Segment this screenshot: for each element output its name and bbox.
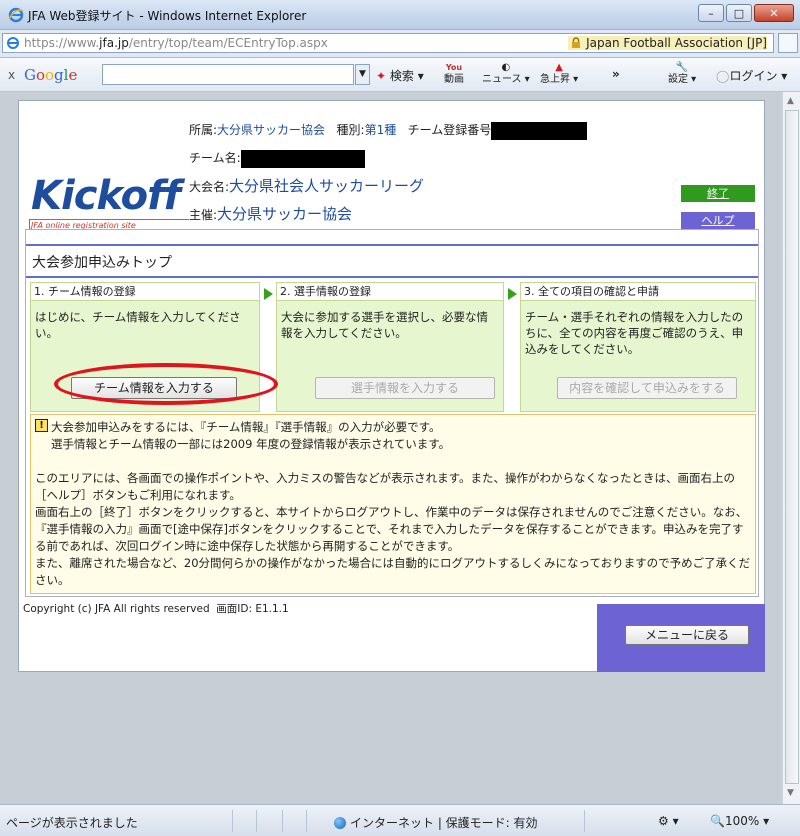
header-team-line: チーム名: [189, 149, 365, 168]
title-rule [26, 244, 758, 246]
step-description: 大会に参加する選手を選択し、必要な情報を入力してください。 [281, 310, 488, 340]
title-underline [26, 276, 758, 278]
notice-line-2: 選手情報とチーム情報の一部には2009 年度の登録情報が表示されています。 [51, 437, 451, 451]
notice-line-1: 大会参加申込みをするには、『チーム情報』『選手情報』の入力が必要です。 [51, 420, 441, 434]
more-button[interactable]: » [612, 67, 620, 81]
url-field[interactable]: https://www.jfa.jp/entry/top/team/ECEntr… [2, 33, 774, 53]
video-button[interactable]: You 動画 [444, 62, 464, 86]
close-button[interactable]: ✕ [754, 4, 794, 22]
header-affiliation-line: 所属:大分県サッカー協会 種別:第1種 チーム登録番号 [189, 121, 588, 140]
step-player-info: 2. 選手情報の登録 大会に参加する選手を選択し、必要な情報を入力してください。… [276, 282, 504, 412]
redacted-team-name [240, 149, 365, 168]
status-separator [256, 810, 257, 832]
status-bar: ページが表示されました インターネット | 保護モード: 有効 ⚙ ▾ 🔍100… [0, 804, 800, 836]
zoom-control[interactable]: 🔍100% ▾ [710, 814, 769, 828]
screen-id: 画面ID: E1.1.1 [216, 603, 289, 615]
scroll-up-icon[interactable]: ▲ [787, 96, 794, 106]
window-titlebar: JFA Web登録サイト - Windows Internet Explorer… [0, 0, 800, 30]
step-confirm-submit: 3. 全ての項目の確認と申請 チーム・選手それぞれの情報を入力したのちに、全ての… [520, 282, 756, 412]
wrench-icon: 🔧 [675, 62, 689, 73]
login-button[interactable]: ◯ログイン ▾ [716, 67, 787, 84]
copyright: Copyright (c) JFA All rights reserved 画面… [23, 603, 289, 615]
security-certificate[interactable]: Japan Football Association [JP] [568, 36, 767, 50]
security-zone[interactable]: インターネット | 保護モード: 有効 [334, 814, 538, 831]
step-arrow-icon [264, 288, 273, 300]
warning-icon: ! [35, 419, 48, 432]
chevron-down-icon[interactable]: ▼ [355, 64, 370, 85]
news-icon: ◐ [501, 62, 511, 73]
step-heading: 1. チーム情報の登録 [31, 283, 259, 301]
radio-icon: ◯ [716, 69, 730, 83]
ie-icon [8, 7, 24, 23]
main-panel: 大会参加申込みトップ 1. チーム情報の登録 はじめに、チーム情報を入力してくだ… [25, 229, 759, 597]
highlight-circle [54, 363, 278, 405]
status-text: ページが表示されました [6, 816, 138, 830]
google-toolbar: x Google ▼ ✦ 検索 ▾ You 動画 ◐ ニュース ▾ ▲ 急上昇 ▾ »… [0, 58, 800, 92]
page-title: 大会参加申込みトップ [32, 255, 172, 271]
vertical-scrollbar[interactable]: ▲ ▼ [782, 92, 800, 804]
window-title: JFA Web登録サイト - Windows Internet Explorer [28, 9, 307, 23]
protected-mode-icon[interactable]: ⚙ ▾ [658, 814, 679, 828]
toolbar-close-icon[interactable]: x [8, 68, 15, 82]
maximize-button[interactable]: □ [726, 4, 752, 22]
page-content: 所属:大分県サッカー協会 種別:第1種 チーム登録番号 チーム名: 大会名:大分… [18, 100, 765, 672]
search-button[interactable]: ✦ 検索 ▾ [376, 67, 424, 84]
cert-label: Japan Football Association [JP] [586, 36, 767, 50]
end-button[interactable]: 終了 [681, 185, 755, 202]
confirm-submit-button[interactable]: 内容を確認して申込みをする [557, 377, 737, 399]
status-separator [232, 810, 233, 832]
step-heading: 3. 全ての項目の確認と申請 [521, 283, 755, 301]
notice-paragraph-2: このエリアには、各画面での操作ポイントや、入力ミスの警告などが表示されます。また… [35, 471, 735, 502]
notice-box: ! 大会参加申込みをするには、『チーム情報』『選手情報』の入力が必要です。 選手… [30, 414, 756, 594]
settings-button[interactable]: 🔧 設定 ▾ [668, 62, 696, 86]
help-button[interactable]: ヘルプ [681, 212, 755, 229]
step-heading: 2. 選手情報の登録 [277, 283, 503, 301]
youtube-icon: You [445, 63, 463, 72]
refresh-button[interactable] [778, 33, 798, 53]
lock-icon [572, 37, 581, 48]
globe-icon [334, 817, 346, 829]
google-search-input[interactable] [102, 64, 354, 85]
step-description: チーム・選手それぞれの情報を入力したのちに、全ての内容を再度ご確認のうえ、申込み… [525, 310, 744, 356]
address-bar: https://www.jfa.jp/entry/top/team/ECEntr… [0, 30, 800, 58]
scroll-down-icon[interactable]: ▼ [787, 788, 794, 798]
header-tournament: 大会名:大分県社会人サッカーリーグ [189, 177, 425, 195]
news-button[interactable]: ◐ ニュース ▾ [482, 62, 530, 86]
notice-paragraph-3: 画面右上の［終了］ボタンをクリックすると、本サイトからログアウトし、作業中のデー… [35, 505, 748, 553]
header-organizer: 主催:大分県サッカー協会 [189, 205, 353, 223]
search-icon: ✦ [376, 69, 387, 83]
step-description: はじめに、チーム情報を入力してください。 [35, 310, 241, 340]
page-icon [7, 37, 19, 49]
notice-paragraph-4: また、離席された場合など、20分間何らかの操作がなかった場合には自動的にログアウ… [35, 556, 751, 587]
redacted-team-number [491, 121, 588, 140]
back-to-menu-button[interactable]: メニューに戻る [625, 625, 749, 645]
status-separator [282, 810, 283, 832]
step-arrow-icon [508, 288, 517, 300]
up-arrow-icon: ▲ [555, 62, 563, 73]
rising-button[interactable]: ▲ 急上昇 ▾ [540, 62, 578, 86]
google-logo: Google [24, 66, 78, 84]
scrollbar-thumb[interactable] [785, 110, 799, 784]
browser-viewport: 所属:大分県サッカー協会 種別:第1種 チーム登録番号 チーム名: 大会名:大分… [0, 92, 782, 804]
minimize-button[interactable]: – [698, 4, 724, 22]
url-text: https://www.jfa.jp/entry/top/team/ECEntr… [24, 36, 328, 50]
logo-text: Kickoff [31, 173, 181, 219]
enter-player-info-button[interactable]: 選手情報を入力する [315, 377, 495, 399]
status-separator [306, 810, 307, 832]
status-separator [584, 810, 585, 832]
zoom-icon: 🔍 [710, 814, 725, 828]
